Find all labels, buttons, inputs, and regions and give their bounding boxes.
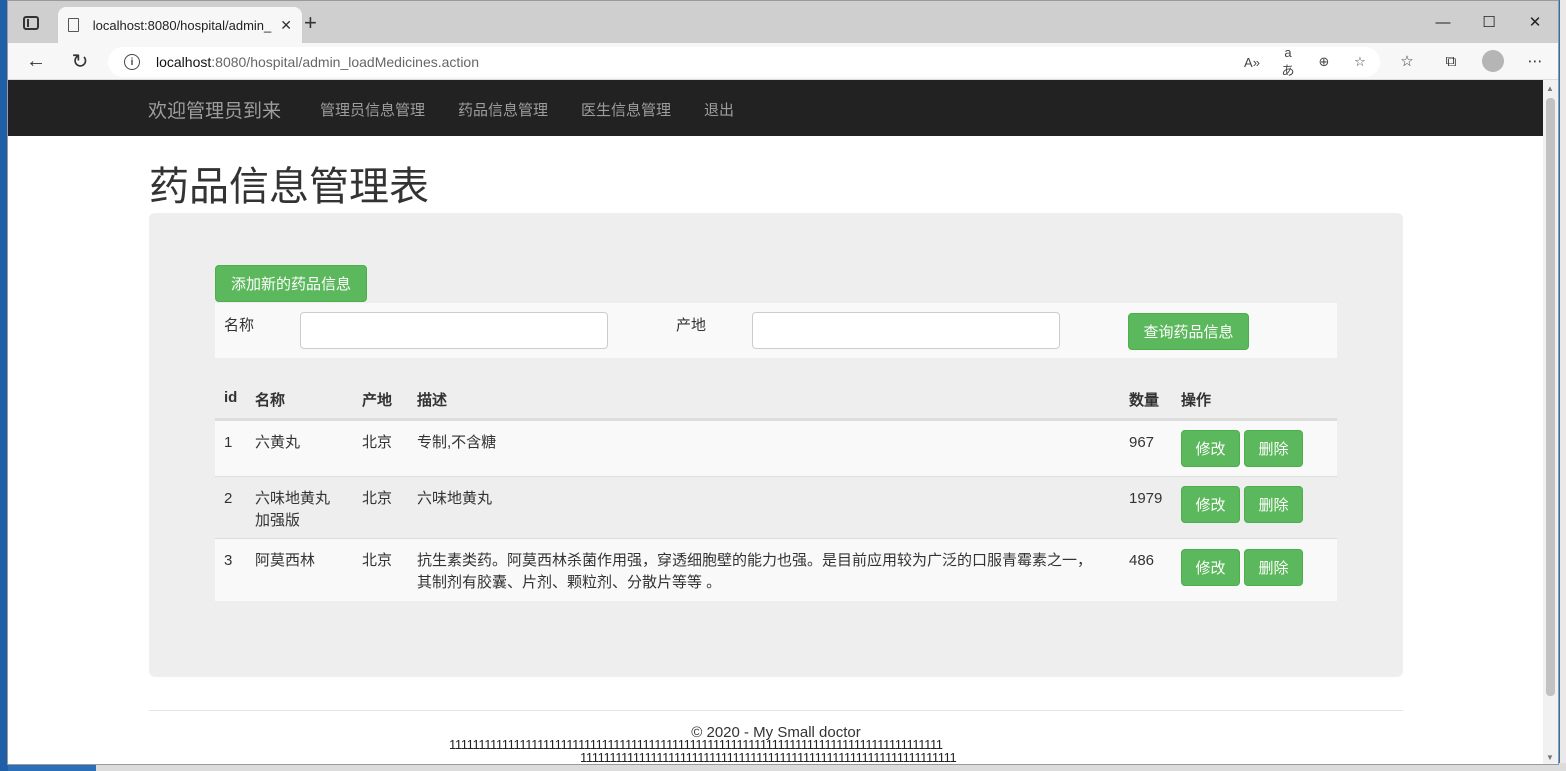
scroll-up-icon[interactable]: ▲ xyxy=(1546,84,1554,93)
header-description: 描述 xyxy=(417,392,448,409)
search-form: 名称 产地 查询药品信息 xyxy=(215,303,1337,358)
header-origin: 产地 xyxy=(362,392,393,409)
cell-origin: 北京 xyxy=(362,490,393,507)
cell-quantity: 967 xyxy=(1129,434,1155,451)
cell-quantity: 1979 xyxy=(1129,490,1163,507)
url-host: localhost xyxy=(156,54,212,70)
url-path: :8080/hospital/admin_loadMedicines.actio… xyxy=(211,54,479,70)
page-icon xyxy=(68,18,79,32)
origin-label: 产地 xyxy=(676,317,707,334)
header-actions: 操作 xyxy=(1181,392,1212,409)
translate-icon[interactable]: aあ xyxy=(1278,45,1298,79)
content-panel: 添加新的药品信息 名称 产地 查询药品信息 id 名称 产地 描述 数量 操作 xyxy=(149,213,1403,677)
site-navbar: 欢迎管理员到来 管理员信息管理 药品信息管理 医生信息管理 退出 xyxy=(8,80,1545,136)
nav-link-doctor-info[interactable]: 医生信息管理 xyxy=(581,99,671,120)
close-window-button[interactable]: ✕ xyxy=(1512,1,1558,43)
table-row: 1 六黄丸 北京 专制,不含糖 967 修改 删除 xyxy=(215,420,1337,476)
scroll-down-icon[interactable]: ▼ xyxy=(1546,753,1554,762)
name-label: 名称 xyxy=(224,317,255,334)
cell-name: 六味地黄丸 xyxy=(255,490,331,507)
collections-icon[interactable]: ⧉ xyxy=(1438,49,1464,73)
favorite-add-icon[interactable]: ☆ xyxy=(1350,54,1370,70)
cell-description-line2: 其制剂有胶囊、片剂、颗粒剂、分散片等等 。 xyxy=(417,574,722,591)
delete-button[interactable]: 删除 xyxy=(1244,549,1303,586)
footer-divider xyxy=(149,710,1403,711)
browser-tab[interactable]: localhost:8080/hospital/admin_lo ✕ xyxy=(58,7,302,43)
table-row: 2 六味地黄丸 加强版 北京 六味地黄丸 1979 修改 删除 xyxy=(215,476,1337,538)
favorites-icon[interactable]: ☆ xyxy=(1394,49,1420,73)
tab-actions-icon xyxy=(23,16,39,30)
tab-actions-button[interactable] xyxy=(20,13,42,33)
site-info-icon[interactable]: i xyxy=(124,54,140,70)
tab-title: localhost:8080/hospital/admin_lo xyxy=(92,17,273,33)
more-menu-icon[interactable]: ⋯ xyxy=(1522,49,1548,73)
zoom-icon[interactable]: ⊕ xyxy=(1314,54,1334,70)
cell-quantity: 486 xyxy=(1129,552,1155,569)
cell-id: 1 xyxy=(224,434,233,451)
name-input[interactable] xyxy=(300,312,608,349)
origin-input[interactable] xyxy=(752,312,1060,349)
query-medicine-button[interactable]: 查询药品信息 xyxy=(1128,313,1249,350)
nav-link-logout[interactable]: 退出 xyxy=(704,99,734,120)
new-tab-button[interactable]: + xyxy=(304,12,317,34)
cell-origin: 北京 xyxy=(362,434,393,451)
medicine-table: id 名称 产地 描述 数量 操作 1 六黄丸 北京 专制,不含糖 967 修改… xyxy=(215,375,1337,601)
address-bar[interactable]: i localhost:8080/hospital/admin_loadMedi… xyxy=(108,45,1380,79)
cell-name: 六黄丸 xyxy=(255,434,301,451)
refresh-icon[interactable]: ↻ xyxy=(66,49,94,73)
back-arrow-icon[interactable]: ← xyxy=(22,49,50,73)
edit-button[interactable]: 修改 xyxy=(1181,430,1240,467)
navbar-brand[interactable]: 欢迎管理员到来 xyxy=(148,96,281,123)
edit-button[interactable]: 修改 xyxy=(1181,486,1240,523)
table-header: id 名称 产地 描述 数量 操作 xyxy=(215,375,1337,420)
page-viewport: 欢迎管理员到来 管理员信息管理 药品信息管理 医生信息管理 退出 药品信息管理表… xyxy=(8,80,1545,765)
minimize-button[interactable]: — xyxy=(1420,1,1466,43)
cell-name-line2: 加强版 xyxy=(255,512,301,529)
page-title: 药品信息管理表 xyxy=(149,165,429,209)
cell-id: 2 xyxy=(224,490,233,507)
nav-link-medicine-info[interactable]: 药品信息管理 xyxy=(458,99,548,120)
browser-window: localhost:8080/hospital/admin_lo ✕ + — ☐… xyxy=(7,0,1559,765)
nav-link-admin-info[interactable]: 管理员信息管理 xyxy=(320,99,425,120)
read-aloud-icon[interactable]: A» xyxy=(1242,55,1262,70)
profile-avatar[interactable] xyxy=(1482,50,1504,72)
cell-id: 3 xyxy=(224,552,233,569)
header-id: id xyxy=(224,389,238,406)
tab-close-icon[interactable]: ✕ xyxy=(280,17,292,34)
navbar-links: 管理员信息管理 药品信息管理 医生信息管理 退出 xyxy=(320,99,734,120)
tab-strip: localhost:8080/hospital/admin_lo ✕ + — ☐… xyxy=(8,1,1558,43)
edit-button[interactable]: 修改 xyxy=(1181,549,1240,586)
window-controls: — ☐ ✕ xyxy=(1420,1,1558,43)
desktop-edge-right xyxy=(1560,0,1566,771)
toolbar-right: ☆ ⧉ ⋯ xyxy=(1394,49,1548,73)
maximize-button[interactable]: ☐ xyxy=(1466,1,1512,43)
cell-description: 抗生素类药。阿莫西林杀菌作用强，穿透细胞壁的能力也强。是目前应用较为广泛的口服青… xyxy=(417,552,1093,569)
scroll-thumb[interactable] xyxy=(1546,98,1555,696)
delete-button[interactable]: 删除 xyxy=(1244,430,1303,467)
delete-button[interactable]: 删除 xyxy=(1244,486,1303,523)
cell-origin: 北京 xyxy=(362,552,393,569)
header-quantity: 数量 xyxy=(1129,392,1160,409)
cell-description: 六味地黄丸 xyxy=(417,490,493,507)
footer-ones-line2: 1111111111111111111111111111111111111111… xyxy=(580,750,957,765)
header-name: 名称 xyxy=(255,392,286,409)
vertical-scrollbar[interactable]: ▲ ▼ xyxy=(1543,80,1558,764)
add-medicine-button[interactable]: 添加新的药品信息 xyxy=(215,265,367,302)
address-toolbar: ← ↻ i localhost:8080/hospital/admin_load… xyxy=(8,43,1558,80)
cell-description: 专制,不含糖 xyxy=(417,434,497,451)
table-row: 3 阿莫西林 北京 抗生素类药。阿莫西林杀菌作用强，穿透细胞壁的能力也强。是目前… xyxy=(215,538,1337,601)
address-bar-icons: A» aあ ⊕ ☆ xyxy=(1242,45,1370,79)
cell-name: 阿莫西林 xyxy=(255,552,316,569)
